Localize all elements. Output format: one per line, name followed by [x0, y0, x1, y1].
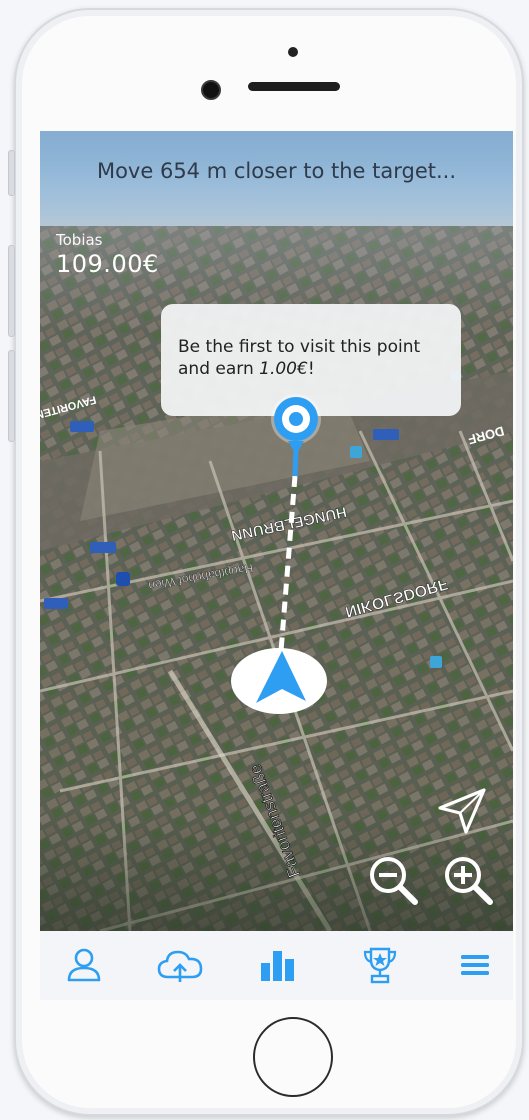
bubble-line1: Be the first to visit this point [178, 337, 421, 357]
bubble-suffix: ! [307, 359, 315, 379]
tab-leaderboard[interactable] [360, 945, 400, 985]
tab-menu[interactable] [454, 945, 494, 985]
bubble-line2-prefix: and earn [178, 359, 260, 379]
user-balance: 109.00€ [56, 250, 159, 278]
volume-up-button [8, 245, 15, 337]
front-camera [201, 80, 221, 100]
user-wallet[interactable]: Tobias 109.00€ [56, 231, 159, 278]
distance-banner: Move 654 m closer to the target... [96, 159, 457, 183]
user-location-arrow-icon [231, 648, 327, 714]
zoom-in-icon[interactable] [442, 854, 496, 908]
bubble-amount: 1.00€ [259, 359, 308, 379]
tab-upload[interactable] [156, 945, 204, 985]
cloud-upload-icon [157, 950, 203, 982]
bottom-tab-bar [40, 931, 513, 1000]
volume-down-button [8, 350, 15, 442]
user-icon [67, 948, 101, 982]
zoom-out-icon[interactable] [367, 854, 421, 908]
tab-stats[interactable] [258, 945, 298, 985]
navigation-arrow-icon[interactable] [438, 786, 488, 836]
app-screen: HUNGELBRUNN NIKOLSDORF Favoritenstraße H… [40, 131, 513, 1000]
tab-profile[interactable] [64, 945, 104, 985]
target-marker-icon[interactable] [268, 393, 324, 457]
home-button[interactable] [253, 1017, 333, 1097]
hamburger-menu-icon [461, 955, 489, 975]
trophy-icon [363, 947, 397, 984]
earpiece-speaker [248, 82, 340, 91]
bar-chart-icon [261, 951, 294, 981]
proximity-sensor [288, 47, 298, 57]
silent-switch [8, 150, 15, 196]
user-name: Tobias [56, 231, 103, 249]
